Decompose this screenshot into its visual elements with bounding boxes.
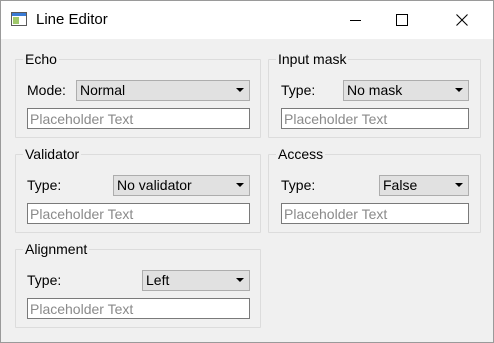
access-type-value: False — [383, 177, 418, 193]
alignment-group: Alignment Type: Left — [15, 241, 261, 328]
echo-line-edit[interactable] — [27, 108, 250, 129]
alignment-line-edit[interactable] — [27, 298, 250, 319]
input-mask-type-label: Type: — [281, 82, 316, 98]
input-mask-group: Input mask Type: No mask — [268, 51, 481, 138]
alignment-input[interactable] — [28, 299, 249, 318]
validator-type-value: No validator — [117, 177, 192, 193]
minimize-icon — [350, 20, 361, 21]
chevron-down-icon — [455, 183, 463, 187]
echo-mode-label: Mode: — [27, 82, 66, 98]
validator-input[interactable] — [28, 204, 249, 223]
access-group-title: Access — [276, 146, 326, 162]
window-title: Line Editor — [36, 11, 108, 28]
input-mask-type-value: No mask — [347, 82, 403, 98]
close-icon — [456, 14, 468, 26]
echo-input[interactable] — [28, 109, 249, 128]
title-bar[interactable]: Line Editor — [1, 1, 493, 39]
app-window-icon — [11, 12, 27, 26]
chevron-down-icon — [236, 183, 244, 187]
access-group: Access Type: False — [268, 146, 481, 233]
echo-mode-combobox[interactable]: Normal — [76, 80, 250, 101]
alignment-type-label: Type: — [27, 272, 62, 288]
alignment-type-value: Left — [146, 272, 170, 288]
close-button[interactable] — [425, 1, 493, 39]
validator-type-label: Type: — [27, 177, 62, 193]
alignment-type-combobox[interactable]: Left — [142, 270, 250, 291]
chevron-down-icon — [236, 88, 244, 92]
echo-group-title: Echo — [23, 51, 59, 67]
input-mask-input[interactable] — [282, 109, 468, 128]
input-mask-line-edit[interactable] — [281, 108, 469, 129]
alignment-group-title: Alignment — [23, 241, 90, 257]
validator-group: Validator Type: No validator — [15, 146, 261, 233]
minimize-button[interactable] — [333, 1, 379, 39]
input-mask-group-title: Input mask — [276, 51, 349, 67]
echo-group: Echo Mode: Normal — [15, 51, 261, 138]
validator-type-combobox[interactable]: No validator — [113, 175, 250, 196]
chevron-down-icon — [455, 88, 463, 92]
access-line-edit[interactable] — [281, 203, 469, 224]
chevron-down-icon — [236, 278, 244, 282]
access-input[interactable] — [282, 204, 468, 223]
input-mask-type-combobox[interactable]: No mask — [343, 80, 469, 101]
validator-group-title: Validator — [23, 146, 82, 162]
echo-mode-value: Normal — [80, 82, 126, 98]
maximize-icon — [396, 14, 408, 26]
validator-line-edit[interactable] — [27, 203, 250, 224]
maximize-button[interactable] — [379, 1, 425, 39]
access-type-combobox[interactable]: False — [379, 175, 469, 196]
line-editor-window: Line Editor Echo Mode: Normal Placeholde… — [0, 0, 494, 343]
access-type-label: Type: — [281, 177, 316, 193]
